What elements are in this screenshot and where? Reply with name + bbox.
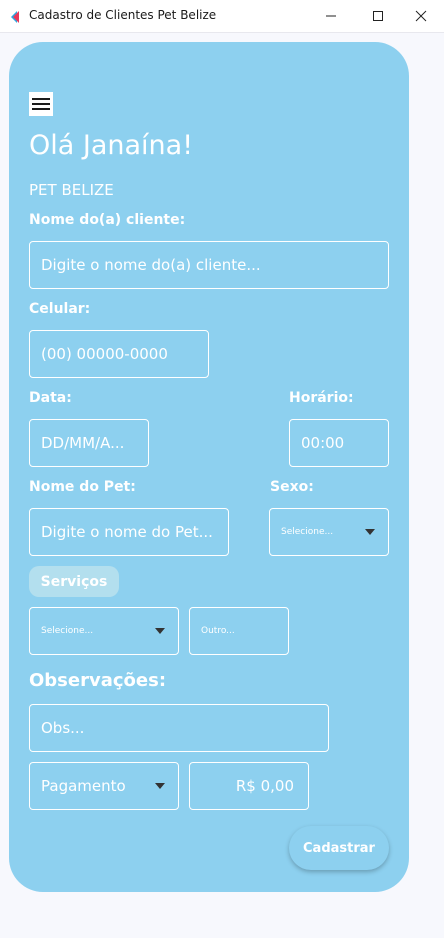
brand-name: PET BELIZE (29, 181, 114, 199)
sex-select[interactable]: Selecione... (269, 508, 389, 556)
close-button[interactable] (398, 0, 444, 32)
payment-select-value: Pagamento (41, 777, 126, 795)
payment-select[interactable]: Pagamento (29, 762, 179, 810)
sex-select-value: Selecione... (281, 527, 334, 537)
minimize-button[interactable] (308, 0, 354, 32)
notes-input[interactable]: Obs... (29, 704, 329, 752)
maximize-button[interactable] (355, 0, 401, 32)
phone-label: Celular: (29, 301, 91, 317)
services-chip[interactable]: Serviços (29, 566, 119, 597)
menu-icon[interactable] (29, 92, 53, 116)
amount-input[interactable]: R$ 0,00 (189, 762, 309, 810)
close-icon (415, 10, 427, 22)
window-title: Cadastro de Clientes Pet Belize (29, 8, 217, 22)
client-form-card: Olá Janaína! PET BELIZE Nome do(a) clien… (9, 42, 409, 892)
time-input[interactable]: 00:00 (289, 419, 389, 467)
time-label: Horário: (289, 390, 354, 406)
app-logo-icon (8, 9, 22, 23)
chevron-down-icon (155, 783, 165, 789)
chevron-down-icon (365, 529, 375, 535)
minimize-icon (326, 15, 336, 17)
pet-name-input[interactable]: Digite o nome do Pet... (29, 508, 229, 556)
pet-name-label: Nome do Pet: (29, 479, 136, 495)
services-select-value: Selecione... (41, 626, 94, 636)
other-service-input[interactable]: Outro... (189, 607, 289, 655)
greeting-heading: Olá Janaína! (29, 130, 194, 161)
date-input[interactable]: DD/MM/A... (29, 419, 149, 467)
maximize-icon (373, 11, 383, 21)
sex-label: Sexo: (270, 479, 314, 495)
date-label: Data: (29, 390, 72, 406)
services-select[interactable]: Selecione... (29, 607, 179, 655)
client-name-label: Nome do(a) cliente: (29, 212, 186, 228)
window-titlebar: Cadastro de Clientes Pet Belize (0, 0, 444, 33)
chevron-down-icon (155, 628, 165, 634)
submit-button[interactable]: Cadastrar (289, 826, 389, 870)
phone-input[interactable]: (00) 00000-0000 (29, 330, 209, 378)
notes-label: Observações: (29, 670, 167, 691)
client-name-input[interactable]: Digite o nome do(a) cliente... (29, 241, 389, 289)
